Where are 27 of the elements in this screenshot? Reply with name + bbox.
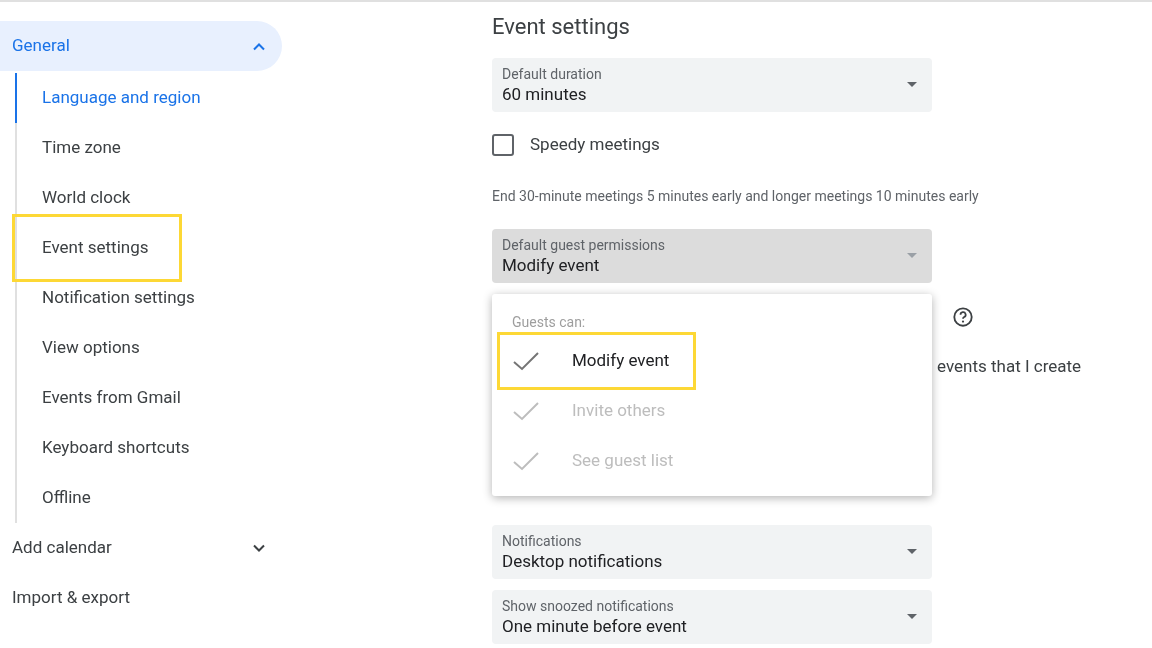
checkbox[interactable] — [492, 134, 514, 156]
dropdown-field[interactable]: Show snoozed notifications One minute before event — [492, 590, 932, 644]
field-value: Modify event — [502, 254, 601, 276]
menu-option[interactable]: Modify event — [497, 332, 697, 390]
field-label: Default duration — [502, 66, 602, 83]
field-value: Desktop notifications — [502, 550, 663, 572]
field-label: Notifications — [502, 533, 583, 550]
checkbox-label: Speedy meetings — [530, 133, 660, 157]
dropdown-field[interactable]: Default guest permissions Modify event — [492, 229, 932, 283]
helper-text: End 30-minute meetings 5 minutes early and longer meetings 10 minutes early — [492, 188, 979, 204]
help-icon[interactable] — [952, 306, 974, 328]
field-value: 60 minutes — [502, 83, 588, 105]
dropdown-arrow-icon — [907, 253, 917, 258]
dropdown-field[interactable]: Notifications Desktop notifications — [492, 525, 932, 579]
menu-heading: Guests can: — [512, 313, 586, 332]
sidebar-section[interactable]: Import & export — [0, 573, 282, 623]
field-value: One minute before event — [502, 615, 687, 637]
dropdown-arrow-icon — [907, 614, 917, 619]
dropdown-arrow-icon — [907, 549, 917, 554]
setting-label: events that I create — [937, 355, 1082, 379]
dropdown-field[interactable]: Default duration 60 minutes — [492, 58, 932, 112]
dropdown-arrow-icon — [907, 82, 917, 87]
page-title: Event settings — [492, 13, 631, 41]
sidebar-item[interactable]: Event settings — [12, 214, 182, 282]
sidebar-section[interactable]: General — [0, 21, 282, 71]
field-label: Default guest permissions — [502, 237, 666, 254]
field-label: Show snoozed notifications — [502, 598, 675, 615]
